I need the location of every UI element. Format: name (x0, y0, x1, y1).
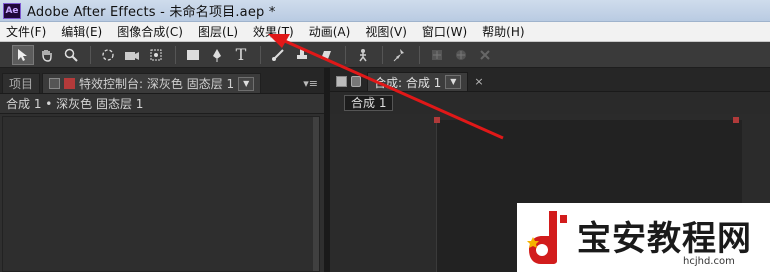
toolbar-divider (419, 45, 420, 64)
window-title: Adobe After Effects - 未命名项目.aep * (27, 5, 276, 20)
roto-brush-icon[interactable] (352, 45, 374, 65)
watermark-logo-icon (527, 211, 567, 264)
panel-menu-icon[interactable]: ▾≡ (303, 77, 318, 90)
tools-toolbar: T (0, 42, 770, 68)
camera-icon[interactable] (121, 45, 143, 65)
tab-composition-label: 合成: 合成 1 (374, 75, 442, 90)
eraser-icon[interactable] (315, 45, 337, 65)
pan-behind-icon[interactable] (145, 45, 167, 65)
text-icon[interactable]: T (230, 45, 252, 65)
close-icon[interactable]: × (474, 75, 483, 88)
app-icon-label: Ae (5, 5, 19, 16)
rotate-icon[interactable] (97, 45, 119, 65)
hand-icon[interactable] (36, 45, 58, 65)
view-axis-icon[interactable] (474, 45, 496, 65)
after-effects-window: Ae Adobe After Effects - 未命名项目.aep * 文件(… (0, 0, 770, 272)
chevron-down-icon[interactable]: ▼ (238, 76, 255, 91)
toolbar-divider (382, 45, 383, 64)
rectangle-mask-icon[interactable] (182, 45, 204, 65)
puppet-pin-icon[interactable] (389, 45, 411, 65)
clone-stamp-icon[interactable] (291, 45, 313, 65)
toolbar-divider (175, 45, 176, 64)
solid-color-swatch-icon (64, 78, 76, 89)
panel-lock-icon (49, 78, 61, 89)
watermark-text: 宝安教程网 (577, 219, 752, 259)
left-panel-tabs: 项目 特效控制台: 深灰色 固态层 1 ▼ ▾≡ (0, 68, 324, 94)
tab-effect-controls-label: 特效控制台: 深灰色 固态层 1 (79, 77, 235, 91)
local-axis-icon[interactable] (426, 45, 448, 65)
tab-composition[interactable]: 合成: 合成 1 ▼ (367, 72, 469, 91)
vertical-scrollbar[interactable] (313, 117, 319, 271)
menu-help[interactable]: 帮助(H) (482, 23, 524, 40)
effect-controls-breadcrumb: 合成 1 • 深灰色 固态层 1 (0, 94, 324, 114)
menu-file[interactable]: 文件(F) (6, 23, 46, 40)
layer-handle-top-left[interactable] (434, 117, 440, 123)
composition-tabs: 合成: 合成 1 ▼ × (330, 68, 770, 92)
menu-layer[interactable]: 图层(L) (198, 23, 238, 40)
zoom-icon[interactable] (60, 45, 82, 65)
menu-bar: 文件(F) 编辑(E) 图像合成(C) 图层(L) 效果(T) 动画(A) 视图… (0, 22, 770, 42)
tab-effect-controls[interactable]: 特效控制台: 深灰色 固态层 1 ▼ (42, 73, 262, 93)
ae-app-icon: Ae (3, 2, 21, 19)
left-panel: 项目 特效控制台: 深灰色 固态层 1 ▼ ▾≡ 合成 1 • 深灰色 固态层 … (0, 68, 324, 272)
menu-animation[interactable]: 动画(A) (309, 23, 351, 40)
composition-navigator: 合成 1 (330, 92, 770, 114)
title-bar: Ae Adobe After Effects - 未命名项目.aep * (0, 0, 770, 22)
watermark: 宝安教程网 hcjhd.com (517, 203, 770, 272)
chevron-down-icon[interactable]: ▼ (445, 75, 462, 89)
tab-project-label: 项目 (9, 77, 34, 91)
brush-icon[interactable] (267, 45, 289, 65)
world-axis-icon[interactable] (450, 45, 472, 65)
toolbar-divider (90, 45, 91, 64)
menu-view[interactable]: 视图(V) (365, 23, 407, 40)
composition-chip[interactable]: 合成 1 (344, 95, 394, 111)
pen-icon[interactable] (206, 45, 228, 65)
toolbar-divider (345, 45, 346, 64)
menu-edit[interactable]: 编辑(E) (61, 23, 102, 40)
menu-composition[interactable]: 图像合成(C) (117, 23, 183, 40)
effect-controls-area (2, 116, 320, 272)
watermark-url: hcjhd.com (683, 256, 735, 267)
toolbar-divider (260, 45, 261, 64)
menu-window[interactable]: 窗口(W) (422, 23, 467, 40)
layer-handle-top-right[interactable] (733, 117, 739, 123)
composition-icon (336, 76, 347, 87)
select-arrow-icon[interactable] (12, 44, 34, 65)
tab-project[interactable]: 项目 (2, 73, 41, 93)
menu-effect[interactable]: 效果(T) (253, 23, 294, 40)
lock-icon[interactable] (351, 76, 361, 87)
